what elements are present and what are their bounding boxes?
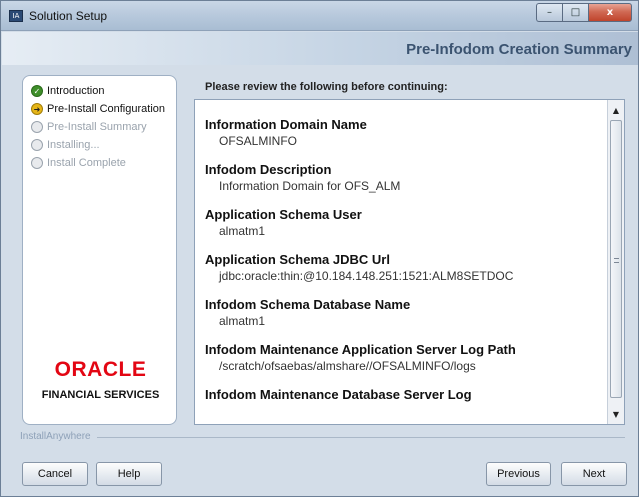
minimize-button[interactable]: – [536,3,562,22]
item-value: /scratch/ofsaebas/almshare//OFSALMINFO/l… [219,359,476,373]
summary-item: Information Domain Name OFSALMINFO [205,117,601,148]
summary-scroll-area[interactable]: Information Domain Name OFSALMINFO Infod… [194,99,625,425]
summary-item: Application Schema JDBC Url jdbc:oracle:… [205,252,601,283]
step-label: Introduction [47,85,105,97]
review-instructions: Please review the following before conti… [205,81,448,93]
window-controls: – □ x [536,3,632,23]
item-label: Information Domain Name [205,117,367,132]
step-label: Pre-Install Configuration [47,103,166,115]
scroll-up-arrow-icon[interactable]: ▲ [609,102,623,118]
summary-item: Infodom Maintenance Application Server L… [205,342,601,373]
circle-icon [31,157,43,169]
item-label: Infodom Description [205,162,332,177]
item-label: Infodom Maintenance Application Server L… [205,342,516,357]
item-label: Infodom Schema Database Name [205,297,411,312]
header-strip: Pre-Infodom Creation Summary [2,32,638,65]
item-label: Infodom Maintenance Database Server Log [205,387,472,402]
summary-item: Application Schema User almatm1 [205,207,601,238]
summary-item: Infodom Schema Database Name almatm1 [205,297,601,328]
vertical-scrollbar[interactable]: ▲ ▼ [607,100,624,424]
help-button[interactable]: Help [96,462,162,486]
circle-icon [31,139,43,151]
step-pre-install-configuration: ➜ Pre-Install Configuration [31,101,165,117]
step-introduction: ✓ Introduction [31,83,104,99]
item-value: jdbc:oracle:thin:@10.184.148.251:1521:AL… [219,269,514,283]
footer-divider [97,437,625,438]
step-label: Pre-Install Summary [47,121,147,133]
title-bar[interactable]: IA Solution Setup – □ x [1,1,638,31]
page-title: Pre-Infodom Creation Summary [406,41,632,58]
step-pre-install-summary: Pre-Install Summary [31,119,147,135]
summary-list: Information Domain Name OFSALMINFO Infod… [205,117,601,416]
check-icon: ✓ [31,85,43,97]
oracle-logo: ORACLE [54,358,147,381]
app-icon: IA [9,10,23,22]
summary-item: Infodom Description Information Domain f… [205,162,601,193]
maximize-button[interactable]: □ [562,3,588,22]
scrollbar-thumb[interactable] [610,120,622,398]
summary-panel: Please review the following before conti… [193,75,625,425]
step-install-complete: Install Complete [31,155,126,171]
item-value: Information Domain for OFS_ALM [219,179,401,193]
close-button[interactable]: x [588,3,632,22]
previous-button[interactable]: Previous [486,462,551,486]
financial-services-label: FINANCIAL SERVICES [41,389,160,401]
arrow-right-icon: ➜ [31,103,43,115]
summary-item: Infodom Maintenance Database Server Log [205,387,601,402]
circle-icon [31,121,43,133]
steps-panel: ✓ Introduction ➜ Pre-Install Configurati… [22,75,177,425]
item-label: Application Schema JDBC Url [205,252,390,267]
next-button[interactable]: Next [561,462,627,486]
window-title: Solution Setup [29,9,108,23]
item-value: OFSALMINFO [219,134,298,148]
step-installing: Installing... [31,137,100,153]
scroll-down-arrow-icon[interactable]: ▼ [609,406,623,422]
grip-icon [614,258,619,263]
installer-window: IA Solution Setup – □ x Pre-Infodom Crea… [0,0,639,497]
item-value: almatm1 [219,314,266,328]
item-value: almatm1 [219,224,266,238]
step-label: Install Complete [47,157,126,169]
step-label: Installing... [47,139,100,151]
item-label: Application Schema User [205,207,362,222]
installanywhere-label: InstallAnywhere [20,431,91,442]
cancel-button[interactable]: Cancel [22,462,88,486]
